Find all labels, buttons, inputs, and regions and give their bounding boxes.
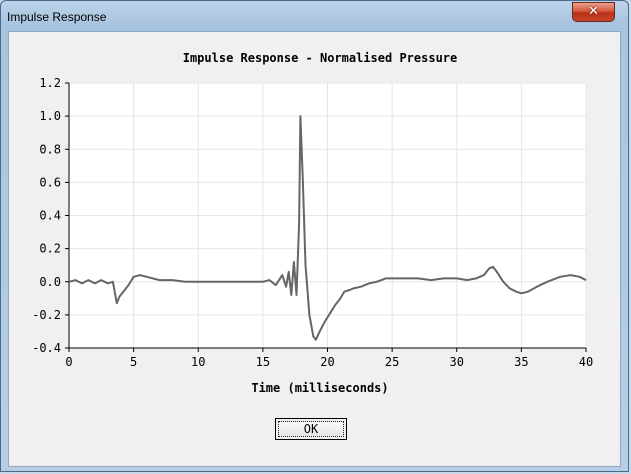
ok-button-label: OK <box>278 421 344 437</box>
x-tick-label: 20 <box>320 355 334 369</box>
x-tick-label: 35 <box>514 355 528 369</box>
close-icon: ✕ <box>588 4 599 19</box>
y-tick-label: 1.0 <box>39 109 61 123</box>
dialog-client-area: Impulse Response - Normalised Pressure 0… <box>8 31 621 467</box>
y-tick-label: 0.8 <box>39 142 61 156</box>
y-tick-label: 1.2 <box>39 76 61 90</box>
y-tick-label: -0.4 <box>32 341 61 355</box>
x-tick-label: 25 <box>385 355 399 369</box>
impulse-response-chart: Impulse Response - Normalised Pressure 0… <box>32 51 593 395</box>
y-tick-label: 0.4 <box>39 209 61 223</box>
y-tick-label: 0.0 <box>39 275 61 289</box>
x-tick-label: 5 <box>130 355 137 369</box>
y-tick-label: -0.2 <box>32 308 61 322</box>
x-tick-label: 40 <box>579 355 593 369</box>
x-tick-label: 10 <box>191 355 205 369</box>
title-bar[interactable]: Impulse Response ✕ <box>1 1 628 31</box>
y-tick-label: 0.6 <box>39 175 61 189</box>
ok-button[interactable]: OK <box>275 418 347 440</box>
window-title: Impulse Response <box>7 10 107 24</box>
x-axis-label: Time (milliseconds) <box>251 381 388 395</box>
x-tick-label: 30 <box>450 355 464 369</box>
impulse-response-window: Impulse Response ✕ Impulse Response - No… <box>0 0 629 472</box>
close-button[interactable]: ✕ <box>572 2 615 22</box>
x-tick-label: 15 <box>256 355 270 369</box>
chart-title: Impulse Response - Normalised Pressure <box>183 51 458 65</box>
x-tick-label: 0 <box>65 355 72 369</box>
y-tick-label: 0.2 <box>39 242 61 256</box>
